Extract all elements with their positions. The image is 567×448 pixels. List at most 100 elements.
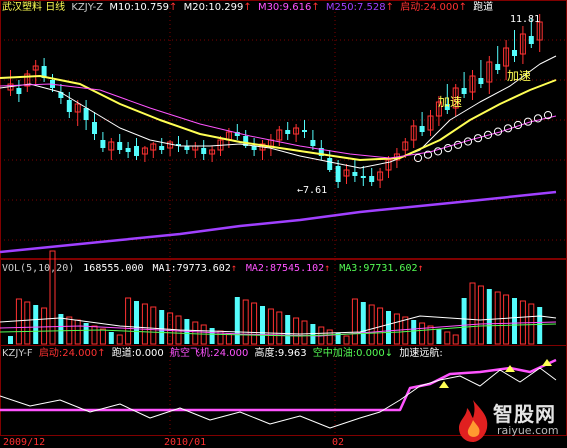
vol-bar-down — [159, 310, 165, 344]
ma30-value: 9.616 — [282, 2, 312, 13]
vol-title[interactable]: VOL(5,10,20) — [2, 263, 74, 274]
vol-bar-up — [393, 313, 400, 345]
kzjy-runway-label: 跑道: — [111, 348, 136, 359]
vol-bar-up — [469, 282, 476, 345]
chart-canvas[interactable] — [0, 0, 567, 448]
vol-bar-up — [141, 303, 148, 345]
candle-body-down — [369, 176, 375, 182]
vol-bar-up — [91, 325, 98, 345]
period-label[interactable]: 日线 — [45, 2, 65, 13]
ma250-line — [0, 190, 557, 254]
vol-bar-up — [125, 297, 132, 345]
vol-bar-down — [386, 311, 391, 344]
vol-bar-up — [276, 311, 283, 345]
candle-body-down — [201, 148, 207, 154]
vol-bar-up — [427, 325, 434, 345]
vol-bar-up — [116, 334, 123, 345]
runway-circle — [533, 114, 543, 123]
candle-body-down — [512, 50, 517, 56]
candle-body-down — [16, 88, 22, 94]
price-panel-frame — [0, 0, 567, 259]
candle-body-down — [83, 108, 89, 120]
ma10-value: 10.759 — [134, 2, 170, 13]
vol-bar-up — [343, 335, 350, 345]
kzjy-title[interactable]: KZJY-F — [2, 348, 33, 359]
vol-bar-down — [209, 328, 215, 344]
vol-bar-down — [234, 297, 240, 344]
ma1-label: MA1: — [152, 263, 177, 274]
vol-bar-up — [267, 308, 274, 345]
vol-bar-up — [24, 301, 31, 345]
vol-bar-down — [33, 305, 39, 344]
vol-bar-up — [293, 317, 300, 345]
stock-name: 武汉塑料 — [2, 2, 42, 13]
kzjy-flight-value: 24.000 — [213, 348, 249, 359]
kzjy-refuel-label: 空中加油: — [312, 348, 357, 359]
runway-circle — [433, 147, 443, 156]
site-logo: 智股网 raiyue.com — [453, 396, 563, 446]
candle-body-down — [92, 122, 97, 134]
ma20-value: 10.299 — [208, 2, 244, 13]
ma3-label: MA3: — [339, 263, 364, 274]
kzjy-panel-header: KZJY-F 启动:24.000↑ 跑道:0.000 航空飞机:24.000 高… — [2, 348, 443, 359]
vol-panel-header: VOL(5,10,20) 168555.000 MA1:79773.602↑ M… — [2, 263, 424, 274]
kzjy-runway-value: 0.000 — [135, 348, 164, 359]
kzjy-start-label: 启动: — [38, 348, 63, 359]
vol-bar-down — [360, 302, 366, 344]
vol-bar-up — [477, 285, 484, 345]
logo-name: 智股网 — [493, 402, 556, 426]
candle-body-down — [360, 176, 366, 178]
ma3-value: 97731.602 — [363, 263, 418, 274]
vol-bar-up — [326, 329, 333, 345]
accel-label-2: 加速 — [507, 69, 532, 83]
candle-body-down — [352, 172, 358, 176]
vol-bar-up — [368, 304, 375, 345]
candle-body-down — [528, 36, 534, 44]
accel-label-1: 加速 — [438, 95, 463, 109]
vol-value: 168555.000 — [83, 263, 144, 274]
candle-body-down — [310, 140, 316, 146]
vol-bar-up — [99, 328, 106, 345]
date-label-3: 02 — [331, 437, 346, 448]
start-label: 启动: — [400, 2, 424, 13]
vol-bar-up — [503, 294, 510, 345]
candle-body-down — [125, 148, 131, 152]
vol-bar-up — [528, 303, 535, 345]
kzjy-height-value: 9.963 — [277, 348, 307, 359]
candle-body-down — [335, 166, 341, 182]
date-label-2: 2010/01 — [163, 437, 208, 448]
vol-bar-down — [8, 336, 13, 344]
kzjy-accel-far-label: 加速远航: — [399, 348, 443, 359]
candle-body-down — [419, 126, 425, 132]
vol-bar-up — [494, 291, 501, 345]
runway-circle — [443, 144, 453, 153]
ma20-label: M20: — [183, 2, 209, 13]
candle-body-down — [495, 64, 501, 70]
ma1-value: 79773.602 — [176, 263, 231, 274]
vol-bar-down — [108, 332, 114, 344]
vol-bar-down — [512, 298, 517, 344]
runway-label: 跑道 — [473, 2, 494, 13]
vol-bar-down — [260, 306, 265, 344]
kzjy-refuel-value: 0.000 — [356, 348, 385, 359]
vol-bar-up — [452, 334, 459, 345]
vol-bar-down — [436, 329, 442, 344]
vol-bar-up — [419, 322, 426, 345]
candle-body-down — [327, 158, 333, 170]
runway-circle — [413, 153, 423, 163]
candle-body-down — [285, 130, 291, 134]
vol-bar-up — [242, 299, 249, 345]
candle-body-down — [461, 88, 467, 94]
ma10-label: M10: — [109, 2, 135, 13]
vol-bar-up — [444, 331, 451, 345]
vol-bar-down — [285, 315, 291, 344]
candle-body-down — [302, 130, 307, 132]
indicator-name[interactable]: KZJY-Z — [71, 2, 103, 13]
vol-bar-up — [41, 307, 48, 345]
vol-bar-down — [461, 298, 467, 344]
candle-body-down — [184, 146, 190, 150]
vol-bar-down — [134, 301, 139, 344]
date-label-1: 2009/12 — [2, 437, 47, 448]
start-value: 24.000 — [423, 2, 459, 13]
candle-body-down — [117, 142, 123, 150]
